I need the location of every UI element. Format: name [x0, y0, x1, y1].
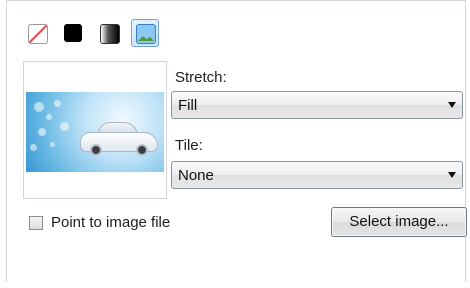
- tile-value: None: [178, 167, 214, 184]
- solid-fill-icon: [64, 24, 82, 42]
- tile-label: Tile:: [175, 137, 203, 154]
- chevron-down-icon: [448, 172, 456, 178]
- preview-image: [26, 92, 164, 172]
- image-fill-panel: Stretch: Fill Tile: None Point to image …: [6, 0, 467, 282]
- gradient-fill-icon: [100, 24, 120, 44]
- point-to-file-checkbox[interactable]: [29, 216, 43, 230]
- chevron-down-icon: [448, 102, 456, 108]
- no-fill-button[interactable]: [23, 19, 51, 47]
- stretch-value: Fill: [178, 97, 198, 114]
- stretch-dropdown[interactable]: Fill: [171, 91, 463, 119]
- gradient-fill-button[interactable]: [95, 19, 123, 47]
- stretch-label: Stretch:: [175, 69, 227, 86]
- image-fill-button[interactable]: [131, 19, 159, 47]
- select-image-button[interactable]: Select image...: [331, 207, 467, 237]
- tile-dropdown[interactable]: None: [171, 161, 463, 189]
- no-fill-icon: [28, 24, 48, 44]
- solid-fill-button[interactable]: [59, 19, 87, 47]
- fill-type-toolbar: [23, 19, 159, 55]
- car-wheel: [90, 144, 102, 156]
- image-fill-icon: [136, 24, 156, 44]
- point-to-file-label[interactable]: Point to image file: [51, 214, 170, 231]
- image-preview: [23, 61, 167, 199]
- car-wheel: [136, 144, 148, 156]
